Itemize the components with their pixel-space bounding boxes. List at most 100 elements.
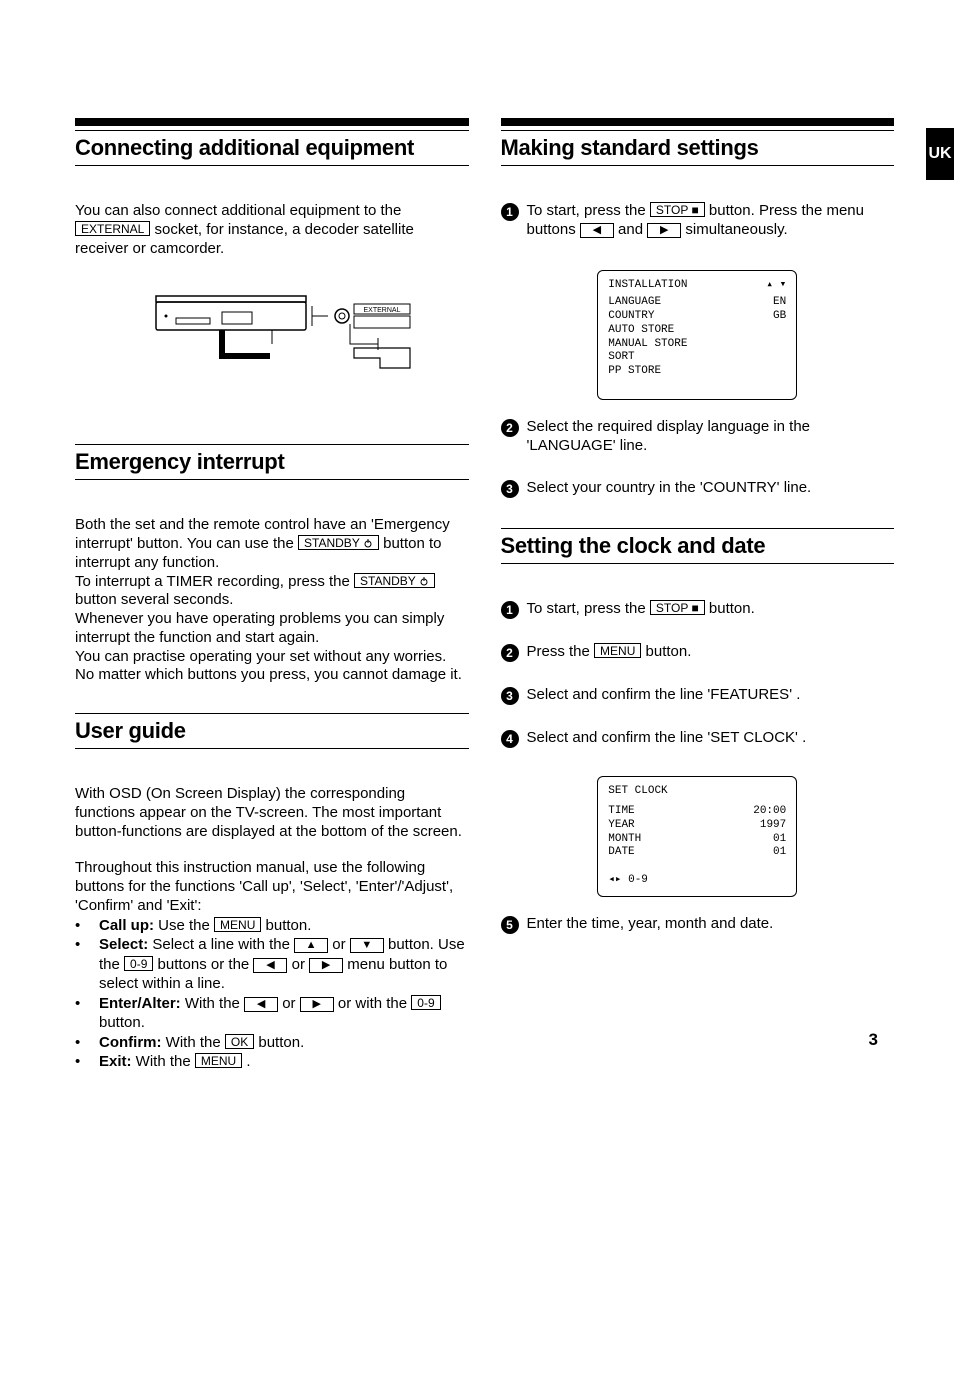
paragraph: Throughout this instruction manual, use …: [75, 859, 469, 915]
paragraph: You can also connect additional equipmen…: [75, 202, 469, 258]
text: Select a line with the: [148, 936, 294, 953]
left-arrow-icon: ◀: [244, 997, 278, 1012]
text: or with the: [334, 995, 412, 1012]
divider: [501, 118, 895, 126]
osd-row-label: MANUAL STORE: [608, 338, 786, 352]
osd-installation-screen: INSTALLATION ▴ ▾ LANGUAGEEN COUNTRYGB AU…: [597, 270, 797, 400]
osd-row-value: 1997: [760, 819, 786, 833]
divider: [75, 118, 469, 126]
osd-row-value: EN: [773, 296, 786, 310]
text: To interrupt a TIMER recording, press th…: [75, 573, 354, 590]
label: Call up:: [99, 917, 154, 934]
text: To start, press the: [527, 202, 650, 219]
step-1: 1 To start, press the STOP ■ button. Pre…: [501, 202, 895, 240]
divider: [501, 130, 895, 131]
list-item: • Confirm: With the OK button.: [75, 1033, 469, 1053]
step-2: 2 Select the required display language i…: [501, 418, 895, 456]
osd-row-label: LANGUAGE: [608, 296, 661, 310]
right-column: Making standard settings 1 To start, pre…: [501, 118, 895, 1072]
label: Exit:: [99, 1053, 132, 1070]
page-number: 3: [869, 1030, 878, 1050]
divider: [501, 528, 895, 529]
two-column-layout: Connecting additional equipment You can …: [75, 118, 894, 1072]
text: button several seconds.: [75, 591, 233, 608]
step-5: 5 Enter the time, year, month and date.: [501, 915, 895, 934]
osd-row-label: YEAR: [608, 819, 634, 833]
osd-row-value: 20:00: [753, 805, 786, 819]
paragraph: Both the set and the remote control have…: [75, 516, 469, 572]
text: or: [287, 956, 309, 973]
text: With the: [132, 1053, 195, 1070]
text: button.: [641, 643, 691, 660]
osd-row-label: MONTH: [608, 833, 641, 847]
text: buttons or the: [153, 956, 253, 973]
num-button-label: 0-9: [411, 995, 440, 1010]
page-tab: UK: [926, 128, 954, 180]
text: .: [242, 1053, 250, 1070]
ok-button-label: OK: [225, 1034, 254, 1049]
text: Select your country in the 'COUNTRY' lin…: [527, 479, 895, 498]
text: With the: [162, 1034, 225, 1051]
up-arrow-icon: ▲: [294, 938, 328, 953]
stop-button-label: STOP ■: [650, 202, 705, 217]
button-reference-list: • Call up: Use the MENU button. • Select…: [75, 916, 469, 1072]
svg-text:EXTERNAL: EXTERNAL: [363, 307, 400, 314]
osd-row-label: DATE: [608, 846, 634, 860]
num-button-label: 0-9: [124, 956, 153, 971]
section-title-standard-settings: Making standard settings: [501, 135, 895, 161]
section-title-connecting: Connecting additional equipment: [75, 135, 469, 161]
external-button-label: EXTERNAL: [75, 221, 150, 236]
step-3: 3 Select your country in the 'COUNTRY' l…: [501, 479, 895, 498]
divider: [75, 444, 469, 445]
step-badge: 3: [501, 480, 519, 498]
standby-button-label: STANDBY: [298, 535, 379, 550]
text: or: [278, 995, 300, 1012]
step-2: 2 Press the MENU button.: [501, 643, 895, 662]
text: Select the required display language in …: [527, 418, 895, 456]
osd-row-value: GB: [773, 310, 786, 324]
osd-row-value: 01: [773, 833, 786, 847]
text: Press the: [527, 643, 595, 660]
down-arrow-icon: ▼: [350, 938, 384, 953]
step-3: 3 Select and confirm the line 'FEATURES'…: [501, 686, 895, 705]
text: and: [614, 221, 647, 238]
text: To start, press the: [527, 600, 650, 617]
step-badge: 5: [501, 916, 519, 934]
menu-button-label: MENU: [214, 917, 261, 932]
text: Use the: [154, 917, 214, 934]
paragraph: Whenever you have operating problems you…: [75, 610, 469, 648]
left-column: Connecting additional equipment You can …: [75, 118, 469, 1072]
list-item: • Call up: Use the MENU button.: [75, 916, 469, 936]
manual-page: UK Connecting additional equipment You c…: [0, 0, 954, 1122]
text: button.: [705, 600, 755, 617]
label: Confirm:: [99, 1034, 162, 1051]
osd-set-clock-screen: SET CLOCK TIME20:00 YEAR1997 MONTH01 DAT…: [597, 776, 797, 897]
left-arrow-icon: ◀: [580, 223, 614, 238]
section-title-emergency: Emergency interrupt: [75, 449, 469, 475]
step-1: 1 To start, press the STOP ■ button.: [501, 600, 895, 619]
osd-row-label: COUNTRY: [608, 310, 654, 324]
right-arrow-icon: ▶: [300, 997, 334, 1012]
osd-arrows-icon: ▴ ▾: [766, 279, 786, 293]
list-item: • Select: Select a line with the ▲ or ▼ …: [75, 935, 469, 994]
step-badge: 1: [501, 601, 519, 619]
text: Enter the time, year, month and date.: [527, 915, 895, 934]
list-item: • Exit: With the MENU .: [75, 1052, 469, 1072]
label: Select:: [99, 936, 148, 953]
paragraph: To interrupt a TIMER recording, press th…: [75, 573, 469, 611]
text: Select and confirm the line 'FEATURES' .: [527, 686, 895, 705]
divider: [75, 130, 469, 131]
osd-row-label: TIME: [608, 805, 634, 819]
connection-diagram: EXTERNAL: [122, 276, 422, 386]
paragraph: With OSD (On Screen Display) the corresp…: [75, 785, 469, 841]
left-arrow-icon: ◀: [253, 958, 287, 973]
menu-button-label: MENU: [594, 643, 641, 658]
osd-row-label: AUTO STORE: [608, 324, 786, 338]
text: button.: [261, 917, 311, 934]
step-badge: 2: [501, 644, 519, 662]
text: Select and confirm the line 'SET CLOCK' …: [527, 729, 895, 748]
step-badge: 2: [501, 419, 519, 437]
list-item: • Enter/Alter: With the ◀ or ▶ or with t…: [75, 994, 469, 1033]
osd-row-label: PP STORE: [608, 365, 786, 379]
text: button.: [99, 1014, 145, 1031]
